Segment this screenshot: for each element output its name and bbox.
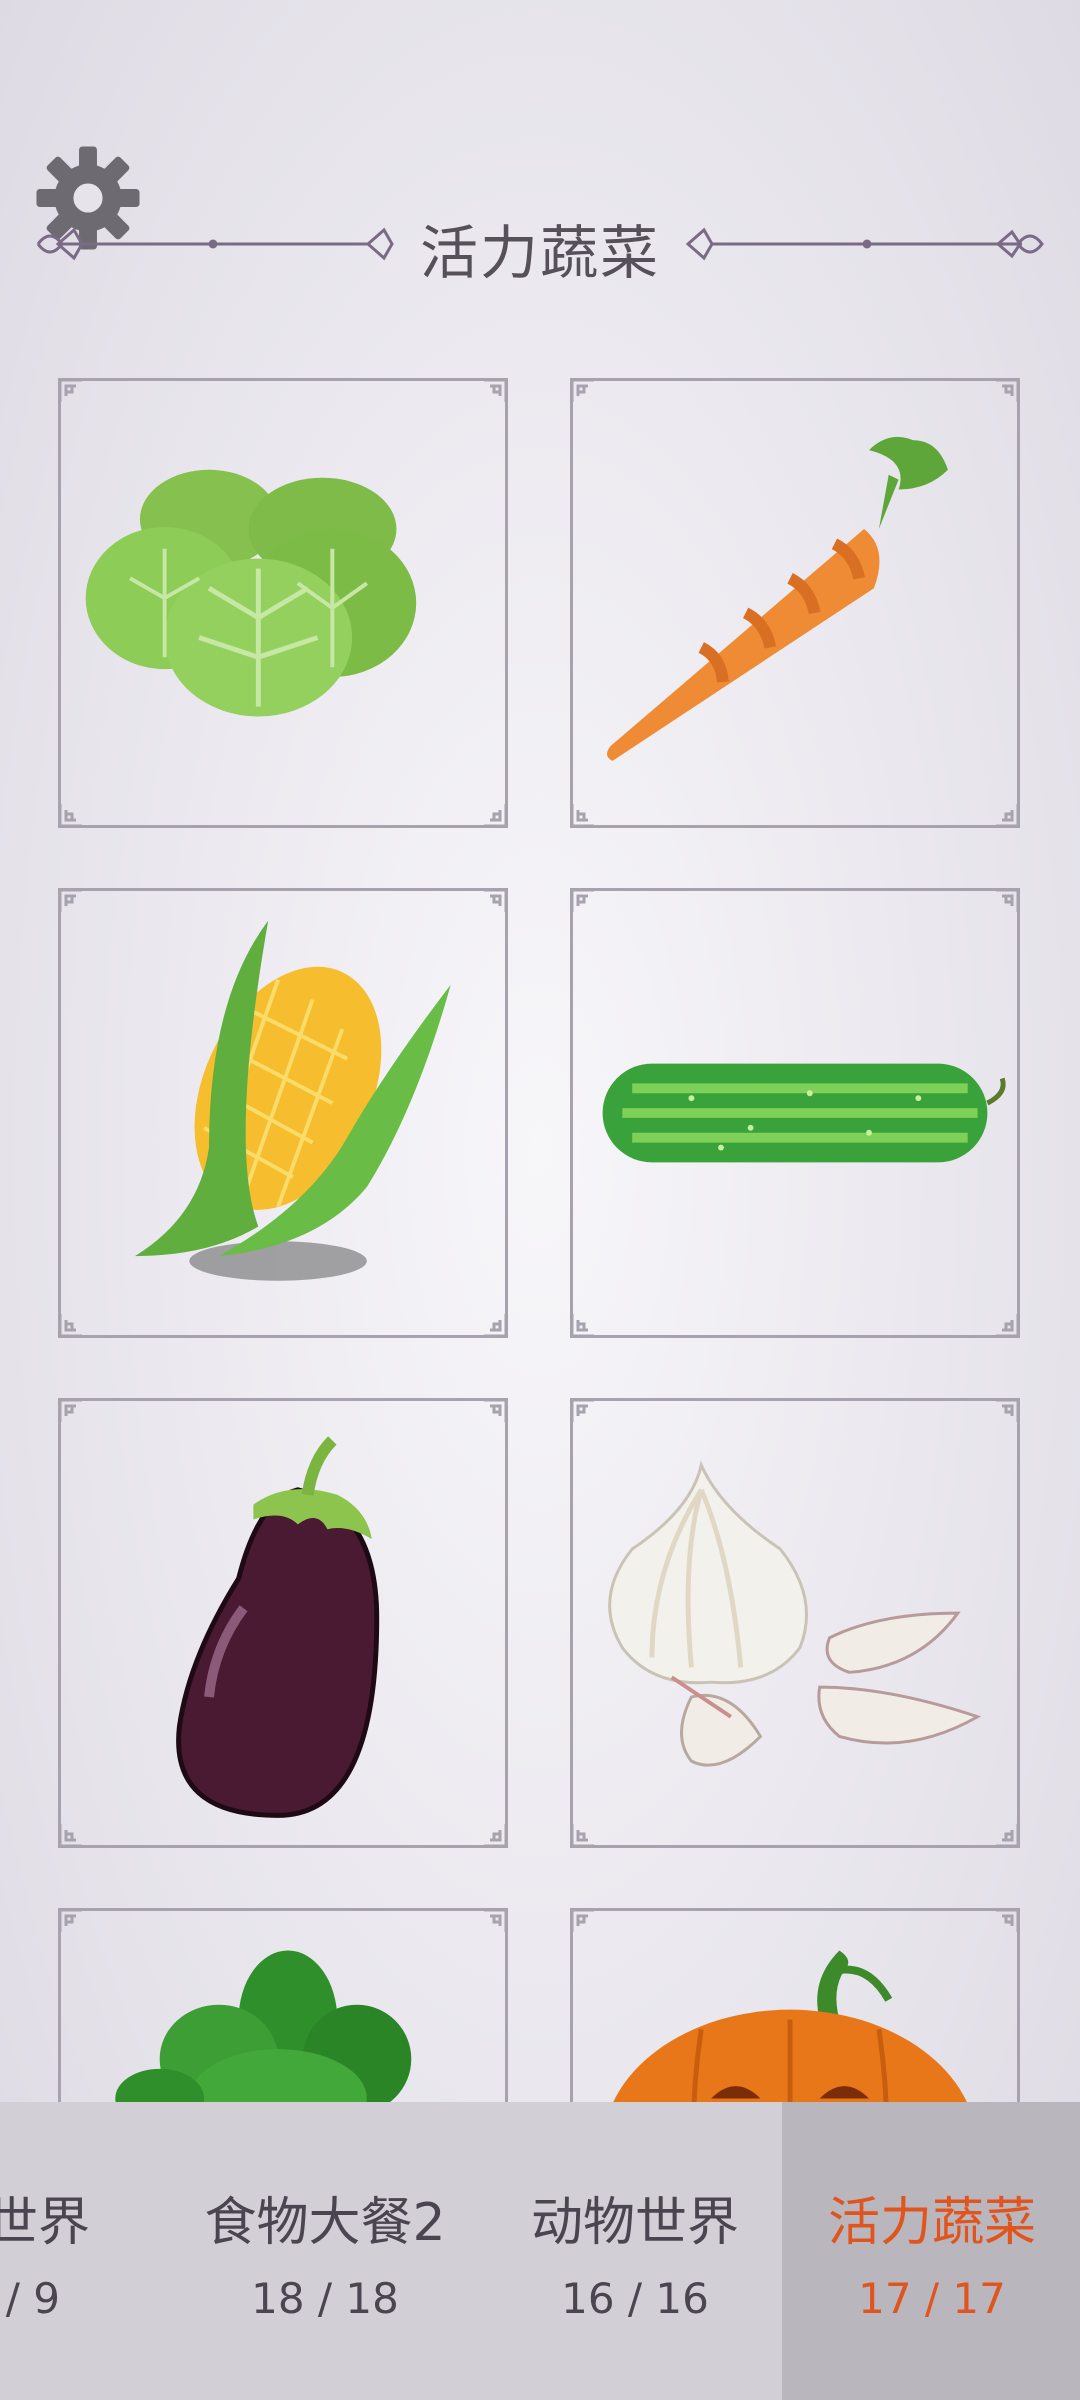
corn-icon <box>135 920 451 1281</box>
tab-label: 动物世界 <box>530 2193 739 2253</box>
tab-count: 16 / 16 <box>561 2274 709 2323</box>
vegetable-tile-carrot[interactable] <box>570 378 1020 828</box>
tab-count: / 9 <box>5 2274 60 2323</box>
cucumber-icon <box>602 1063 1006 1163</box>
tab-count: 17 / 17 <box>858 2274 1006 2323</box>
carrot-icon <box>606 436 948 761</box>
category-tab-bar[interactable]: 世界 / 9 食物大餐2 18 / 18 动物世界 16 / 16 活力蔬菜 1… <box>0 2102 1080 2400</box>
vegetable-tile-garlic[interactable] <box>570 1398 1020 1848</box>
cabbage-icon <box>85 469 417 717</box>
eggplant-icon <box>176 1436 380 1818</box>
tab-vibrant-vegetables[interactable]: 活力蔬菜 17 / 17 <box>782 2102 1080 2400</box>
vegetable-tile-cucumber[interactable] <box>570 888 1020 1338</box>
vegetable-tile-cabbage[interactable] <box>58 378 508 828</box>
tab-label: 世界 <box>0 2193 90 2253</box>
tab-food-feast-2[interactable]: 食物大餐2 18 / 18 <box>175 2102 475 2400</box>
tab-animal-world[interactable]: 动物世界 16 / 16 <box>485 2102 785 2400</box>
tab-label: 活力蔬菜 <box>827 2193 1036 2253</box>
garlic-icon <box>608 1460 982 1767</box>
tab-count: 18 / 18 <box>251 2274 399 2323</box>
title-ornament-right <box>685 227 1044 261</box>
tab-label: 食物大餐2 <box>204 2193 446 2253</box>
vegetable-tile-corn[interactable] <box>58 888 508 1338</box>
tab-cartoon-world[interactable]: 世界 / 9 <box>0 2102 120 2400</box>
vegetable-tile-eggplant[interactable] <box>58 1398 508 1848</box>
